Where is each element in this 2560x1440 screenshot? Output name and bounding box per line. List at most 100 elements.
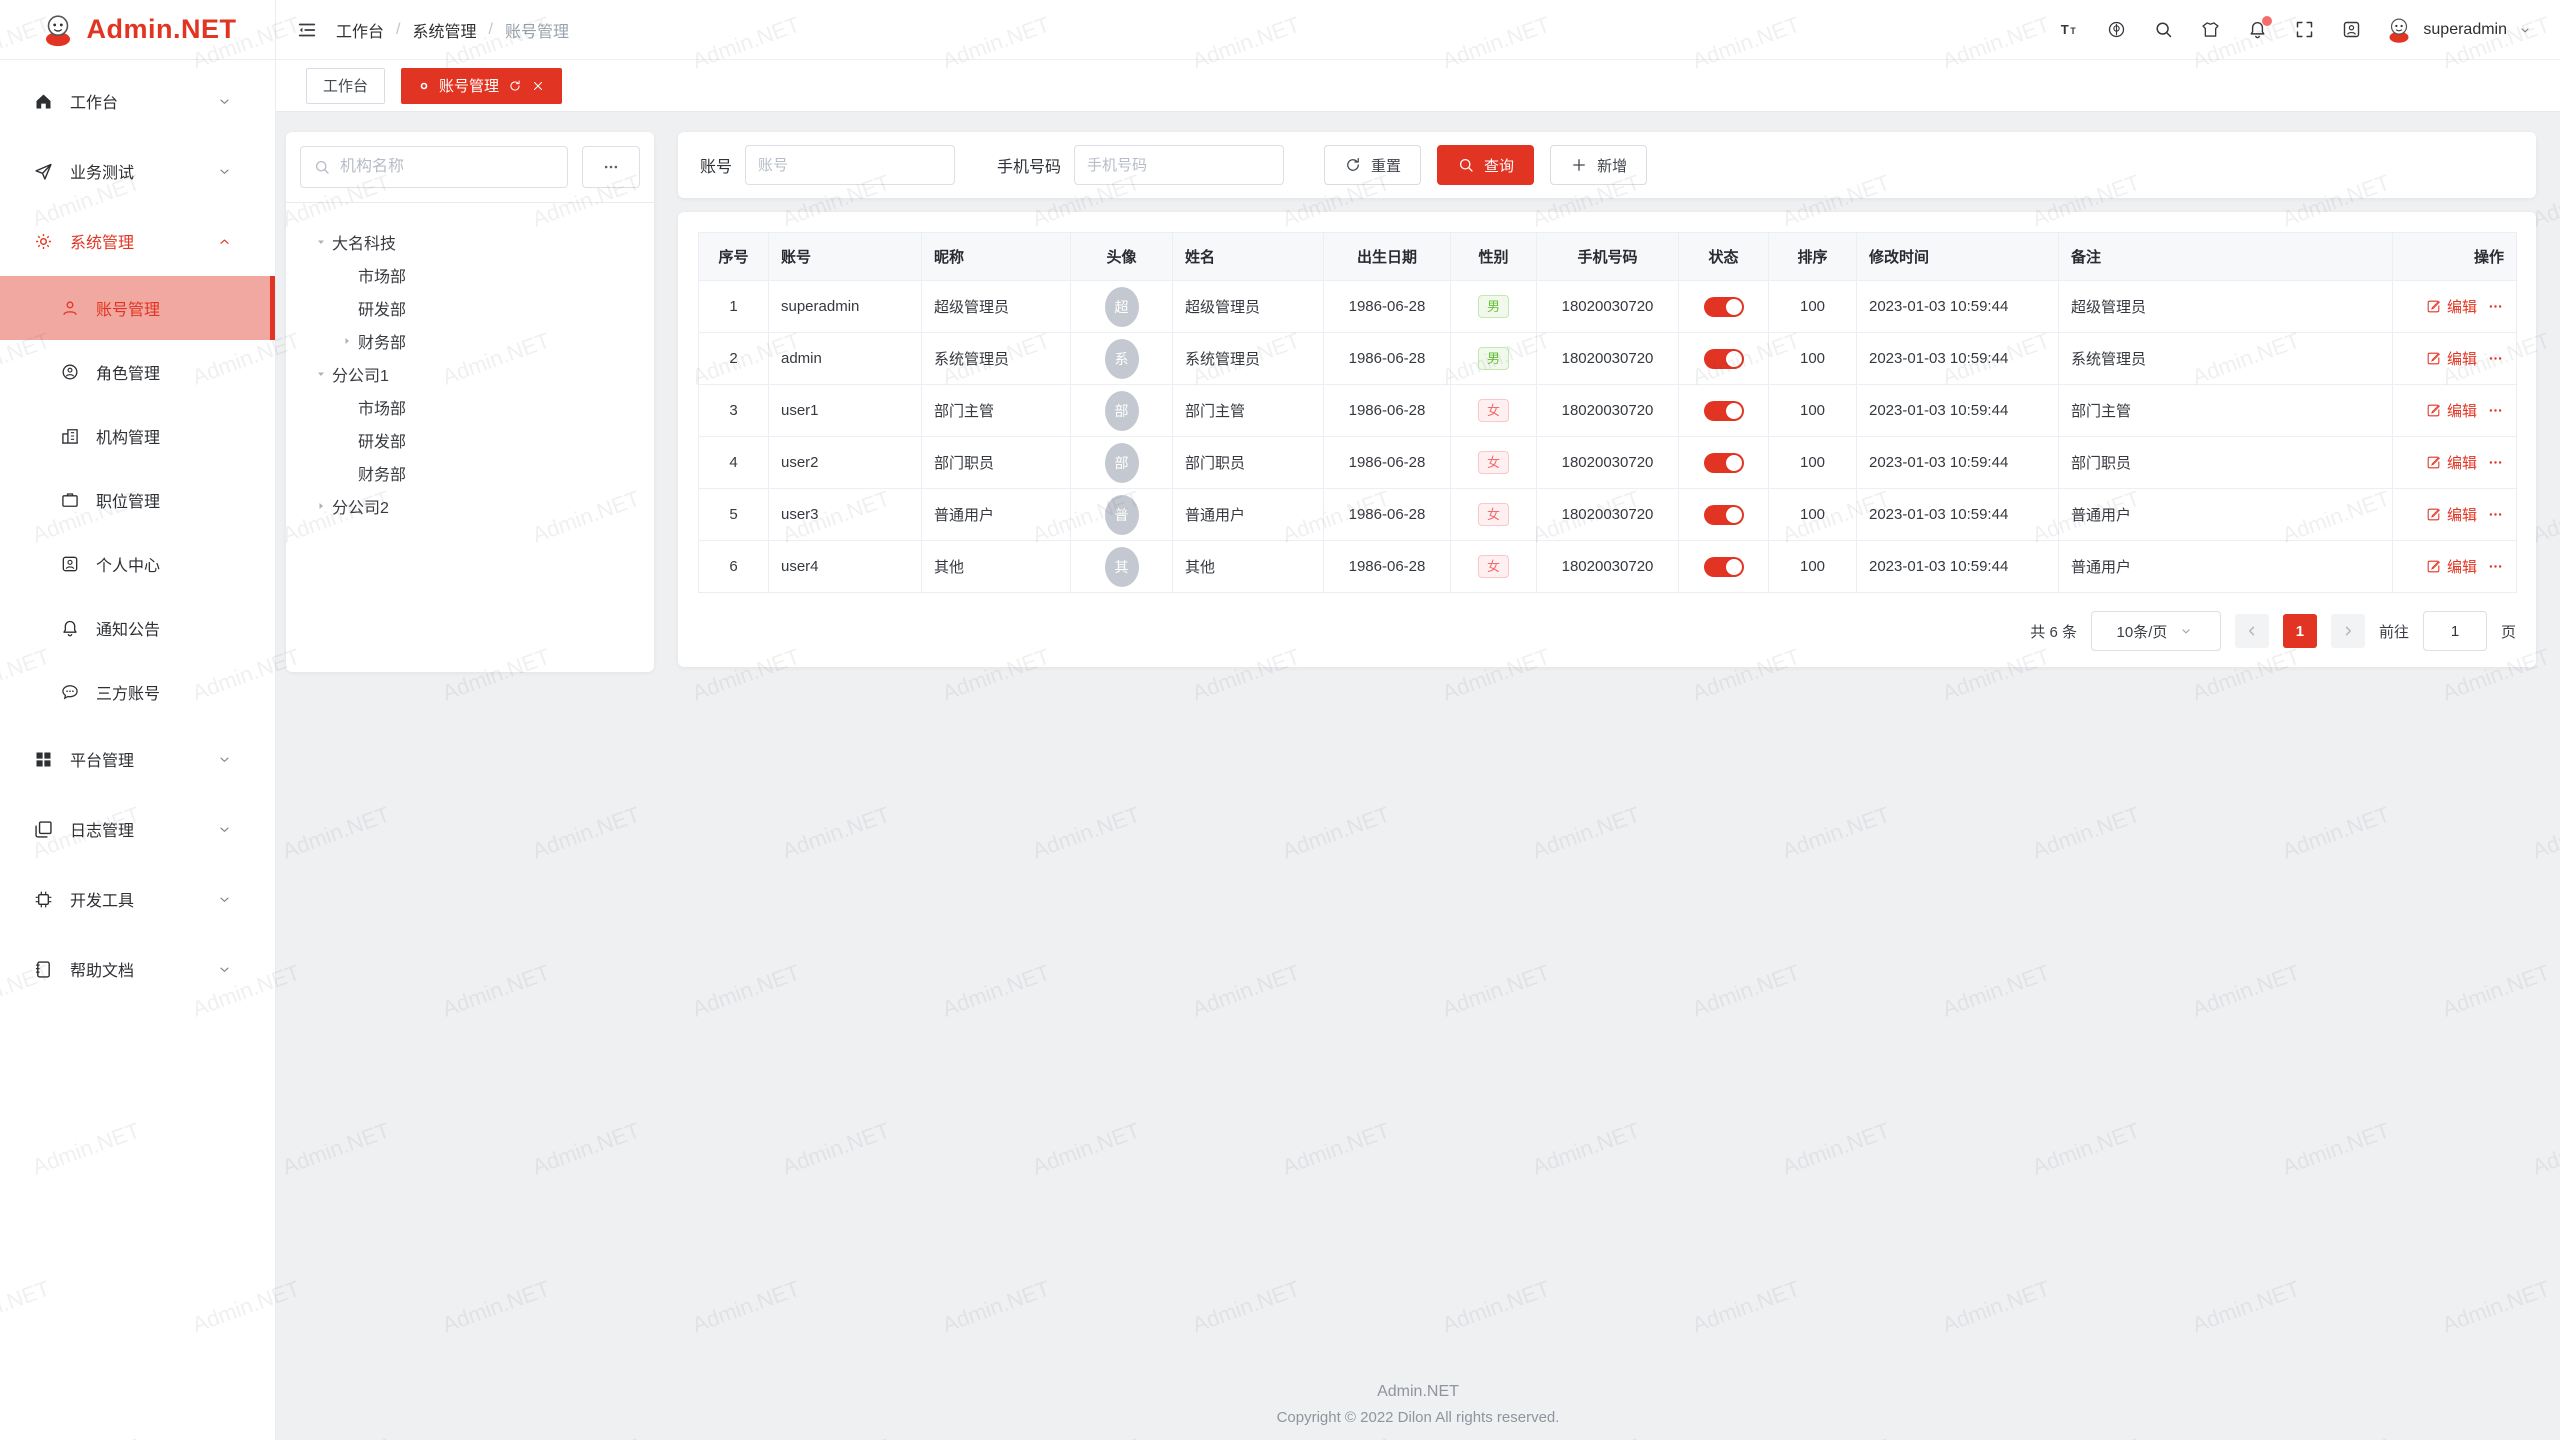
reset-button[interactable]: 重置 [1324,145,1421,185]
tab-账号管理[interactable]: 账号管理 [401,68,562,104]
cell-modified: 2023-01-03 10:59:44 [1857,541,2059,593]
sidebar-subitem-个人中心[interactable]: 个人中心 [0,532,275,596]
sidebar-item-工作台[interactable]: 工作台 [0,66,275,136]
edit-button[interactable]: 编辑 [2425,504,2477,525]
cell-avatar: 其 [1071,541,1173,593]
tree-node-财务部[interactable]: 财务部 [296,456,644,489]
sidebar: Admin.NET 工作台业务测试系统管理账号管理角色管理机构管理职位管理个人中… [0,0,276,1440]
search-button[interactable]: 查询 [1437,145,1534,185]
org-search-input[interactable] [340,158,555,176]
theme-icon[interactable] [2200,19,2221,40]
edit-label: 编辑 [2447,556,2477,577]
tree-node-分公司1[interactable]: 分公司1 [296,357,644,390]
avatar: 其 [1105,547,1139,587]
current-page-button[interactable]: 1 [2283,614,2317,648]
status-toggle[interactable] [1704,349,1744,369]
table-row: 5user3普通用户普普通用户1986-06-28女18020030720100… [699,489,2517,541]
tab-close-icon[interactable] [531,79,545,93]
cell-avatar: 系 [1071,333,1173,385]
sidebar-subitem-三方账号[interactable]: 三方账号 [0,660,275,724]
tree-more-button[interactable] [582,146,640,188]
org-tree: 大名科技市场部研发部财务部分公司1市场部研发部财务部分公司2 [286,203,654,544]
edit-label: 编辑 [2447,504,2477,525]
caret-down-icon[interactable] [310,368,332,380]
status-toggle[interactable] [1704,453,1744,473]
tree-node-财务部[interactable]: 财务部 [296,324,644,357]
sidebar-item-平台管理[interactable]: 平台管理 [0,724,275,794]
goto-page-input[interactable] [2423,611,2487,651]
cell-account: user2 [769,437,922,489]
tab-label: 工作台 [323,75,368,96]
breadcrumb-item[interactable]: 工作台 [336,18,384,42]
sidebar-subitem-账号管理[interactable]: 账号管理 [0,276,275,340]
tree-node-label: 分公司1 [332,362,389,386]
row-more-button[interactable] [2487,506,2504,523]
caret-down-icon[interactable] [310,236,332,248]
sidebar-item-系统管理[interactable]: 系统管理 [0,206,275,276]
grid-icon [33,749,54,770]
cell-account: user1 [769,385,922,437]
sidebar-item-日志管理[interactable]: 日志管理 [0,794,275,864]
status-toggle[interactable] [1704,505,1744,525]
search-icon[interactable] [2153,19,2174,40]
tree-node-市场部[interactable]: 市场部 [296,390,644,423]
row-more-button[interactable] [2487,558,2504,575]
edit-button[interactable]: 编辑 [2425,296,2477,317]
tree-node-大名科技[interactable]: 大名科技 [296,225,644,258]
user-menu[interactable]: superadmin [2384,15,2534,45]
caret-right-icon[interactable] [336,335,358,347]
sidebar-item-帮助文档[interactable]: 帮助文档 [0,934,275,1004]
tree-node-市场部[interactable]: 市场部 [296,258,644,291]
sidebar-subitem-通知公告[interactable]: 通知公告 [0,596,275,660]
cell-ops: 编辑 [2393,541,2517,593]
sidebar-subitem-机构管理[interactable]: 机构管理 [0,404,275,468]
sidebar-item-label: 日志管理 [70,817,216,841]
next-page-button[interactable] [2331,614,2365,648]
tree-node-研发部[interactable]: 研发部 [296,423,644,456]
row-more-button[interactable] [2487,298,2504,315]
status-toggle[interactable] [1704,401,1744,421]
menu-fold-icon[interactable] [296,19,318,41]
edit-icon [2425,506,2442,523]
cell-modified: 2023-01-03 10:59:44 [1857,437,2059,489]
tree-node-分公司2[interactable]: 分公司2 [296,489,644,522]
font-size-icon[interactable]: TT [2059,19,2080,40]
sidebar-subitem-角色管理[interactable]: 角色管理 [0,340,275,404]
row-more-button[interactable] [2487,454,2504,471]
page-unit: 页 [2501,621,2516,642]
tab-工作台[interactable]: 工作台 [306,68,385,104]
add-button[interactable]: 新增 [1550,145,1647,185]
notification-icon[interactable] [2247,19,2268,40]
status-toggle[interactable] [1704,297,1744,317]
fullscreen-icon[interactable] [2294,19,2315,40]
tree-node-label: 研发部 [358,296,406,320]
row-more-button[interactable] [2487,402,2504,419]
edit-button[interactable]: 编辑 [2425,452,2477,473]
cell-ops: 编辑 [2393,489,2517,541]
cell-phone: 18020030720 [1537,541,1679,593]
account-input[interactable] [745,145,955,185]
breadcrumb-item[interactable]: 系统管理 [412,18,476,42]
cell-sort: 100 [1769,541,1857,593]
status-toggle[interactable] [1704,557,1744,577]
profile-icon[interactable] [2341,19,2362,40]
tab-refresh-icon[interactable] [508,79,522,93]
tree-node-研发部[interactable]: 研发部 [296,291,644,324]
edit-button[interactable]: 编辑 [2425,348,2477,369]
caret-right-icon[interactable] [310,500,332,512]
prev-page-button[interactable] [2235,614,2269,648]
table-row: 4user2部门职员部部门职员1986-06-28女18020030720100… [699,437,2517,489]
sidebar-item-开发工具[interactable]: 开发工具 [0,864,275,934]
edit-button[interactable]: 编辑 [2425,556,2477,577]
edit-button[interactable]: 编辑 [2425,400,2477,421]
sidebar-item-业务测试[interactable]: 业务测试 [0,136,275,206]
page-size-select[interactable]: 10条/页 [2091,611,2221,651]
phone-input[interactable] [1074,145,1284,185]
cell-birth: 1986-06-28 [1324,333,1451,385]
row-more-button[interactable] [2487,350,2504,367]
reset-label: 重置 [1371,155,1401,176]
sidebar-subitem-职位管理[interactable]: 职位管理 [0,468,275,532]
sidebar-item-label: 系统管理 [70,229,216,253]
logo[interactable]: Admin.NET [0,0,275,60]
language-icon[interactable] [2106,19,2127,40]
